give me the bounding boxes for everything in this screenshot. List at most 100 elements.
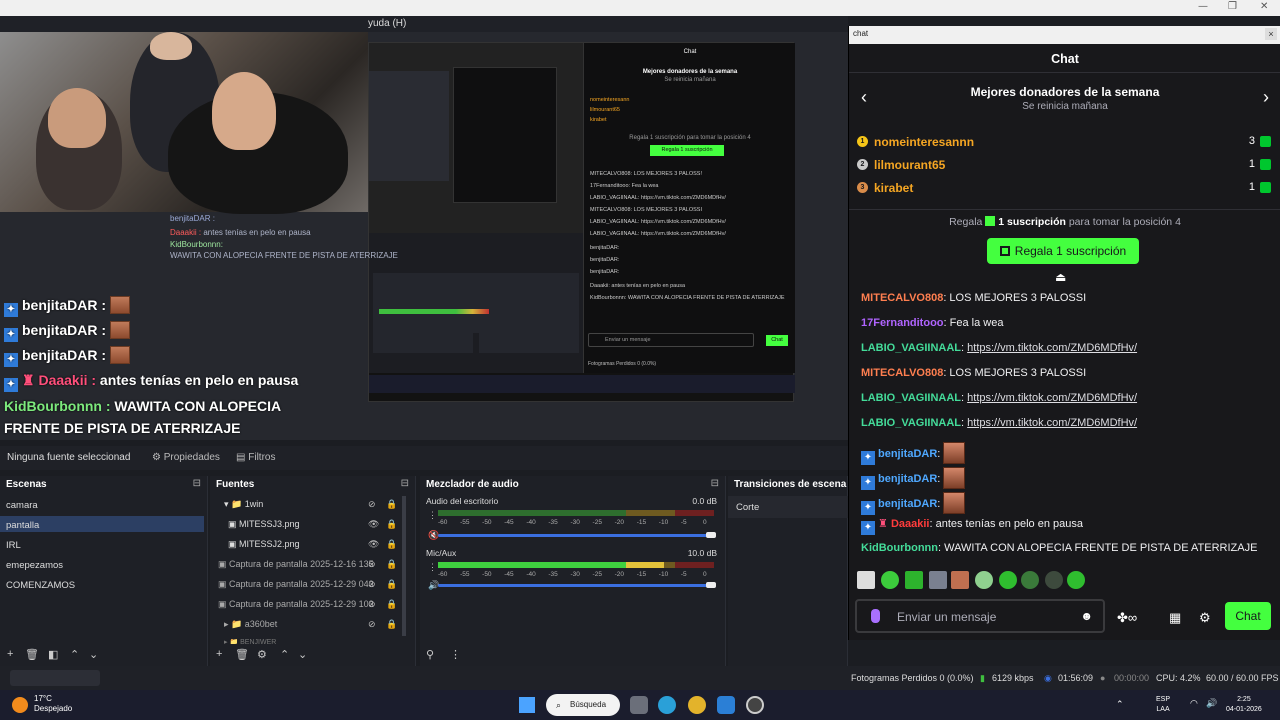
up-icon[interactable]: ⌃ [70,648,79,661]
clock[interactable]: 2:25 04-01-2026 [1226,695,1262,715]
taskbar-search[interactable]: ⌕ Búsqueda [546,694,620,716]
emote-icon[interactable] [951,571,969,589]
source-item[interactable]: ▣ MITESSJ3.png [228,519,300,530]
close-window-icon[interactable]: ✕ [1260,1,1268,12]
filters-button[interactable]: ▤ Filtros [236,452,275,463]
source-item[interactable]: ▣ Captura de pantalla 2025-12-16 135 [218,559,374,570]
close-icon[interactable]: × [1265,28,1277,40]
scene-item-pantalla[interactable]: pantalla [6,520,39,531]
wifi-icon[interactable]: ◠ [1190,698,1198,709]
gift-sub-button[interactable]: Regala 1 suscripción [987,238,1139,264]
hidden-icon[interactable]: ⊘ [368,619,376,630]
hidden-icon[interactable]: ⊘ [368,499,376,510]
preview-canvas[interactable]: Chat Mejores donadores de la semana Se r… [0,32,848,440]
collapse-icon[interactable]: ⏏ [1055,270,1066,284]
emote-icon[interactable] [1067,571,1085,589]
nested-msg: 17Fernanditooo: Fea la wea [590,183,659,189]
chevron-up-icon[interactable]: ⌃ [1116,699,1124,710]
hidden-icon[interactable]: ⊘ [368,599,376,610]
obs-icon[interactable] [746,696,764,714]
minimized-window[interactable] [10,670,100,686]
eye-icon[interactable]: 👁 [368,539,379,550]
menu-help[interactable]: yuda (H) [368,18,406,29]
minimize-icon[interactable]: — [1198,1,1208,12]
donor-name[interactable]: lilmourant65 [874,158,945,172]
emote-icon[interactable] [857,571,875,589]
kebab-icon[interactable]: ⋮ [450,648,461,661]
scene-item-comenzamos[interactable]: COMENZAMOS [6,580,75,591]
volume-fader[interactable] [438,532,716,538]
down-icon[interactable]: ⌄ [298,648,307,661]
donor-name[interactable]: kirabet [874,181,913,195]
add-icon[interactable]: + [216,648,222,660]
dock-menu-icon[interactable]: ⊟ [711,478,719,489]
hidden-icon[interactable]: ⊘ [368,559,376,570]
donors-title: Mejores donadores de la semana [970,85,1160,99]
filter-icon[interactable]: ◧ [48,648,58,661]
lock-icon[interactable]: 🔒 [386,599,397,610]
lock-icon[interactable]: 🔒 [386,559,397,570]
chrome-icon[interactable] [688,696,706,714]
message-link[interactable]: https://vm.tiktok.com/ZMD6MDfHv/ [967,392,1137,404]
gear-icon[interactable]: ⚙ [1199,610,1211,626]
hidden-icon[interactable]: ⊘ [368,579,376,590]
trash-icon[interactable]: 🗑 [235,648,249,661]
emote-icon[interactable] [929,571,947,589]
edge-icon[interactable] [658,696,676,714]
properties-button[interactable]: ⚙ Propiedades [152,452,220,463]
eye-icon[interactable]: 👁 [368,519,379,530]
lock-icon[interactable]: 🔒 [386,579,397,590]
language-indicator[interactable]: ESP LAA [1156,695,1170,715]
message-link[interactable]: https://vm.tiktok.com/ZMD6MDfHv/ [967,342,1137,354]
emote-icon[interactable] [905,571,923,589]
chat-send-button[interactable]: Chat [1225,602,1271,630]
lock-icon[interactable]: 🔒 [386,539,397,550]
source-item[interactable]: ▣ MITESSJ2.png [228,539,300,550]
kebab-icon[interactable]: ⋮ [428,510,437,521]
maximize-icon[interactable]: ❐ [1228,1,1237,12]
emote-icon[interactable] [975,571,993,589]
mixer-footer: ⚲ ⋮ [420,644,725,666]
volume-fader[interactable] [438,582,716,588]
emote-icon[interactable] [1021,571,1039,589]
lock-icon[interactable]: 🔒 [386,619,397,630]
dock-menu-icon[interactable]: ⊟ [193,478,201,489]
weather-sun-icon[interactable] [12,697,28,713]
top-donors-panel: ‹ › Mejores donadores de la semana Se re… [849,72,1280,210]
volume-icon[interactable]: 🔊 [1206,698,1217,709]
emote-icon[interactable] [999,571,1017,589]
emoji-icon[interactable]: ☻ [1080,609,1093,623]
down-icon[interactable]: ⌄ [89,648,98,661]
dock-menu-icon[interactable]: ⊟ [401,478,409,489]
transition-select[interactable]: Corte [728,496,848,518]
source-item[interactable]: ▣ Captura de pantalla 2025-12-29 103 [218,599,374,610]
source-item[interactable]: ▸ 📁 a360bet [224,619,277,630]
mic-icon[interactable] [871,609,880,623]
chat-input[interactable]: Enviar un mensaje ☻ [855,599,1105,633]
lock-icon[interactable]: 🔒 [386,519,397,530]
scene-item-camara[interactable]: camara [6,500,38,511]
lock-icon[interactable]: 🔒 [386,499,397,510]
scrollbar[interactable] [402,496,406,636]
message-link[interactable]: https://vm.tiktok.com/ZMD6MDfHv/ [967,417,1137,429]
add-icon[interactable]: + [7,648,13,660]
up-icon[interactable]: ⌃ [280,648,289,661]
start-icon[interactable] [519,697,535,713]
task-view-icon[interactable] [630,696,648,714]
kebab-icon[interactable]: ⋮ [428,562,437,573]
source-item[interactable]: ▣ Captura de pantalla 2025-12-29 043 [218,579,374,590]
bits-icon[interactable]: ✤∞ [1117,610,1137,626]
source-item[interactable]: ▾ 📁 1win [224,499,263,510]
scene-item-emepezamos[interactable]: emepezamos [6,560,63,571]
gear-icon[interactable]: ⚙ [257,648,267,661]
prime-badge-icon: ✦ [4,303,18,317]
notepad-icon[interactable] [717,696,735,714]
link-icon[interactable]: ⚲ [426,648,434,661]
gift-icon[interactable]: ▦ [1169,610,1181,626]
emote-icon[interactable] [1045,571,1063,589]
weather-widget[interactable]: 17°C Despejado [34,694,72,714]
emote-icon[interactable] [881,571,899,589]
scene-item-irl[interactable]: IRL [6,540,21,551]
trash-icon[interactable]: 🗑 [25,648,39,661]
donor-name[interactable]: nomeinteresannn [874,135,974,149]
